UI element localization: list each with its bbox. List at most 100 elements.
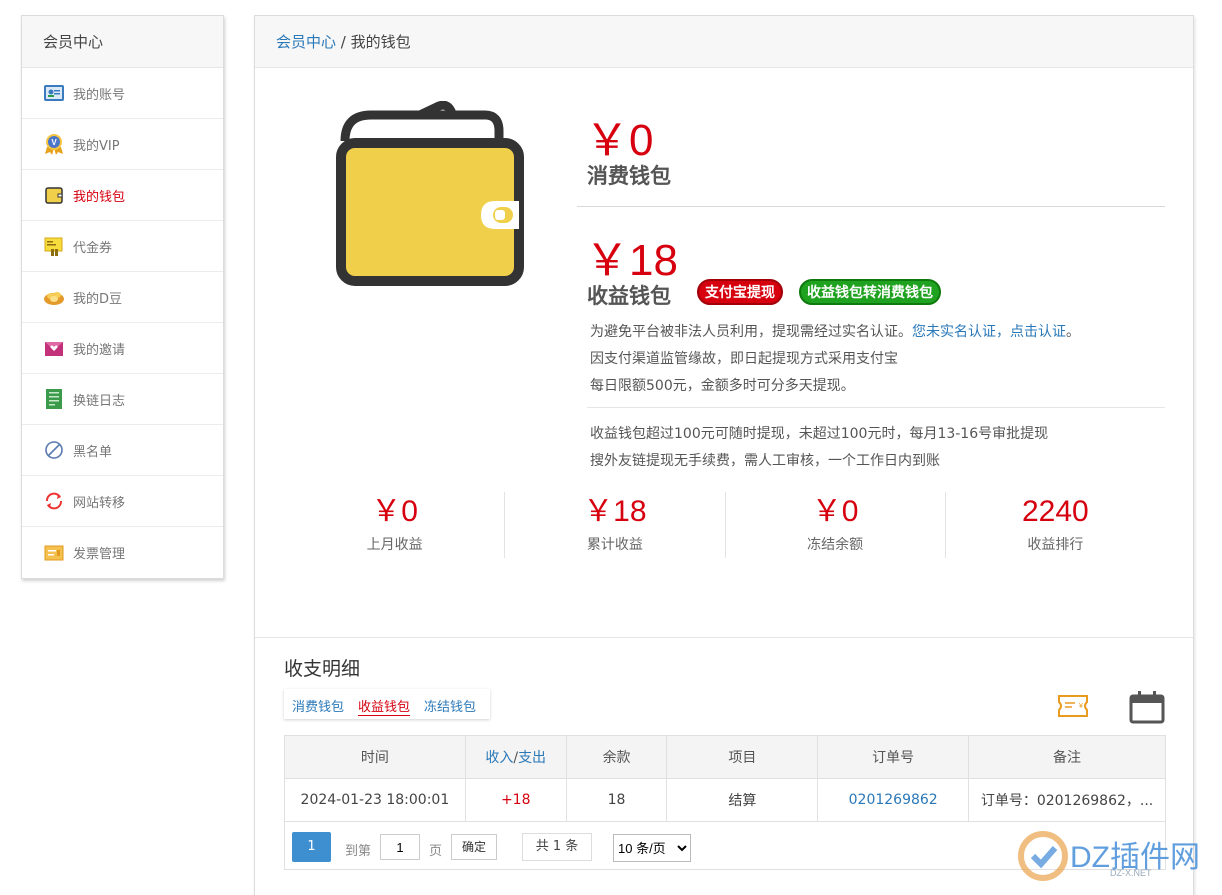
wallet-tabs: 消费钱包 收益钱包 冻结钱包 (284, 689, 491, 719)
col-in-out: 收入/支出 (464, 735, 567, 779)
table-header-row: 时间 收入/支出 余款 项目 订单号 备注 (284, 735, 1166, 779)
sidebar-item-invitation[interactable]: 我的邀请 (22, 323, 223, 374)
table-row: 2024-01-23 18:00:01 +18 18 结算 0201269862… (284, 778, 1166, 822)
notice-line-1: 为避免平台被非法人员利用，提现需经过实名认证。您未实名认证，点击认证。 (590, 321, 1080, 341)
calendar-icon[interactable] (1129, 690, 1165, 728)
dz-plugin-watermark: DZ插件网 DZ-X.NET (1015, 826, 1220, 886)
stat-label: 收益排行 (1027, 537, 1084, 553)
sidebar-item-link-log[interactable]: 换链日志 (22, 374, 223, 425)
section-divider (255, 637, 1193, 638)
notice-line-5: 搜外友链提现无手续费，需人工审核，一个工作日内到账 (590, 453, 940, 469)
sidebar-item-label: 我的账号 (73, 87, 126, 103)
stat-value: ￥0 (811, 495, 859, 528)
stat-total: ￥18 累计收益 (505, 492, 726, 558)
sidebar-item-wallet[interactable]: 我的钱包 (22, 170, 223, 221)
invoice-icon (43, 542, 65, 564)
notice-divider (587, 407, 1165, 408)
tab-consume-wallet[interactable]: 消费钱包 (288, 689, 354, 719)
sidebar-title: 会员中心 (22, 16, 223, 68)
breadcrumb: 会员中心 / 我的钱包 (255, 16, 1193, 68)
consume-wallet-title: 消费钱包 (587, 164, 671, 188)
stat-label: 累计收益 (586, 537, 643, 553)
page-unit-label: 页 (429, 844, 443, 859)
col-out-label: 支出 (518, 750, 547, 766)
stat-value: ￥18 (583, 495, 647, 528)
wallet-divider (577, 206, 1165, 207)
goto-page-input[interactable] (380, 834, 420, 860)
block-icon (43, 439, 65, 461)
notice-line-3: 每日限额500元，金额多时可分多天提现。 (590, 378, 855, 394)
col-remark: 备注 (968, 735, 1166, 779)
ticket-icon[interactable]: ¥ (1057, 693, 1089, 723)
details-title: 收支明细 (284, 658, 361, 680)
svg-text:¥: ¥ (1079, 703, 1083, 710)
col-order: 订单号 (817, 735, 970, 779)
cell-balance: 18 (565, 778, 668, 822)
tab-income-wallet[interactable]: 收益钱包 (354, 689, 420, 719)
sidebar-item-label: 发票管理 (73, 547, 126, 562)
col-balance: 余款 (565, 735, 668, 779)
watermark-subtext: DZ-X.NET (1110, 868, 1152, 878)
sidebar-item-beans[interactable]: 我的D豆 (22, 272, 223, 323)
notice-line-4: 收益钱包超过100元可随时提现，未超过100元时，每月13-16号审批提现 (590, 426, 1049, 442)
order-link[interactable]: 0201269862 (849, 792, 938, 808)
notice-line-2: 因支付渠道监管缘故，即日起提现方式采用支付宝 (590, 351, 898, 367)
sidebar-item-label: 代金券 (73, 240, 113, 256)
transfer-icon (43, 490, 65, 512)
cell-time: 2024-01-23 18:00:01 (284, 778, 466, 822)
wallet-illustration (335, 100, 527, 291)
transfer-to-consume-button[interactable]: 收益钱包转消费钱包 (799, 279, 941, 305)
svg-text:V: V (51, 138, 57, 147)
sidebar-item-label: 我的邀请 (73, 342, 126, 358)
stat-frozen: ￥0 冻结余额 (726, 492, 946, 558)
income-wallet-title: 收益钱包 (587, 284, 671, 308)
cell-amount: +18 (464, 778, 567, 822)
consume-wallet-amount: ￥0 (585, 116, 654, 165)
sidebar-item-vip[interactable]: V 我的VIP (22, 119, 223, 170)
sidebar-item-label: 网站转移 (73, 495, 126, 511)
breadcrumb-separator: / (340, 33, 346, 51)
sidebar-item-label: 我的D豆 (73, 291, 123, 307)
cell-item: 结算 (666, 778, 819, 822)
goto-confirm-button[interactable]: 确定 (451, 834, 497, 860)
breadcrumb-current: 我的钱包 (350, 33, 411, 51)
breadcrumb-member-center-link[interactable]: 会员中心 (276, 33, 336, 51)
transactions-table: 时间 收入/支出 余款 项目 订单号 备注 2024-01-23 18:00:0… (284, 735, 1166, 822)
stat-value: ￥0 (371, 495, 418, 528)
cell-order: 0201269862 (817, 778, 970, 822)
page-1-button[interactable]: 1 (292, 832, 331, 862)
sidebar-item-blacklist[interactable]: 黑名单 (22, 425, 223, 476)
sidebar-item-label: 换链日志 (73, 393, 126, 409)
total-count: 共 1 条 (522, 833, 592, 861)
cell-remark: 订单号：0201269862，... (968, 778, 1166, 822)
sidebar-item-label: 黑名单 (73, 444, 113, 460)
income-wallet-amount: ￥18 (585, 236, 678, 285)
per-page-select[interactable]: 10 条/页 (613, 834, 691, 862)
stat-label: 冻结余额 (807, 537, 864, 553)
stat-value: 2240 (1022, 495, 1089, 528)
member-sidebar: 会员中心 我的账号 V 我的VIP 我的钱包 代金券 我的D豆 我的邀请 换链日… (21, 15, 224, 579)
sidebar-item-label: 我的钱包 (73, 189, 126, 205)
stat-ranking: 2240 收益排行 (946, 492, 1165, 558)
sidebar-item-invoice[interactable]: 发票管理 (22, 527, 223, 578)
col-item: 项目 (666, 735, 819, 779)
alipay-withdraw-button[interactable]: 支付宝提现 (697, 279, 783, 305)
tab-frozen-wallet[interactable]: 冻结钱包 (420, 689, 486, 719)
sidebar-item-site-transfer[interactable]: 网站转移 (22, 476, 223, 527)
notice-punct: 。 (1066, 324, 1080, 340)
vip-medal-icon: V (43, 133, 65, 155)
verify-identity-link[interactable]: 您未实名认证，点击认证 (912, 324, 1066, 340)
invitation-icon (43, 337, 65, 359)
sidebar-item-account[interactable]: 我的账号 (22, 68, 223, 119)
stat-label: 上月收益 (366, 537, 423, 553)
log-icon (43, 388, 65, 410)
wallet-icon (43, 184, 65, 206)
goto-label: 到第 (345, 844, 372, 859)
wallet-panel: 会员中心 / 我的钱包 ￥0 消费钱包 ￥18 收益钱包 支付宝提现 收益钱包转… (254, 15, 1194, 895)
notice-text: 为避免平台被非法人员利用，提现需经过实名认证。 (590, 324, 912, 340)
sidebar-item-coupon[interactable]: 代金券 (22, 221, 223, 272)
col-in-label: 收入 (485, 750, 514, 766)
stat-last-month: ￥0 上月收益 (285, 492, 506, 558)
sidebar-item-label: 我的VIP (73, 138, 120, 154)
bean-icon (43, 286, 65, 308)
